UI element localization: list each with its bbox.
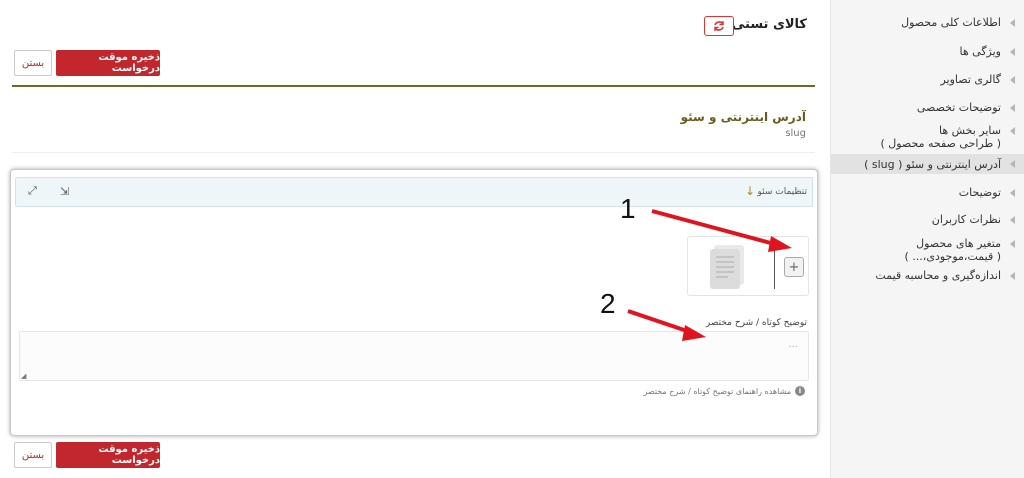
annotation-arrowhead-2 xyxy=(682,325,706,341)
annotation-number-2: 2 xyxy=(600,288,616,319)
annotation-arrow-1 xyxy=(651,209,779,247)
annotation-arrow-2 xyxy=(627,309,691,334)
annotation-number-1: 1 xyxy=(620,193,636,224)
annotation-overlay xyxy=(627,209,792,341)
annotation-arrowhead-1 xyxy=(768,236,792,252)
